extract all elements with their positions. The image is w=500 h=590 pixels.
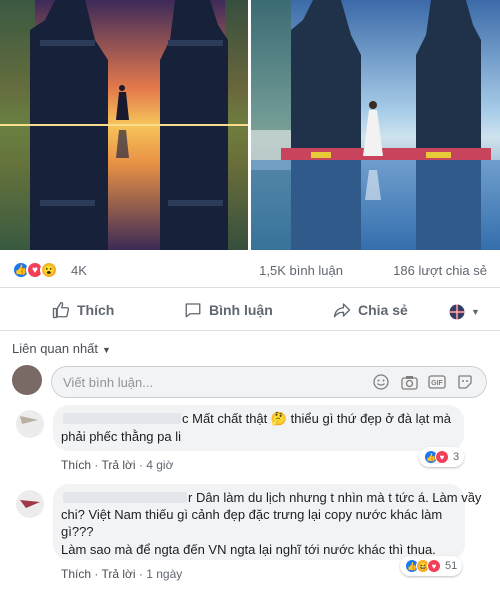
wow-icon: 😮 (40, 261, 58, 279)
blurred-username (63, 492, 187, 503)
photo-sky-gate-image (251, 0, 500, 250)
comment-reaction-count: 51 (445, 560, 458, 572)
post-photos[interactable] (0, 0, 500, 250)
share-icon (333, 303, 351, 318)
comment-count-link[interactable]: 1,5K bình luận (259, 263, 343, 278)
comment-button-label: Bình luận (209, 302, 273, 318)
love-icon: ♥ (427, 559, 441, 573)
commenter-avatar[interactable] (16, 490, 44, 518)
share-count-link[interactable]: 186 lượt chia sẻ (393, 263, 487, 278)
sticker-icon[interactable] (456, 374, 474, 390)
comment-timestamp[interactable]: 4 giờ (146, 458, 173, 472)
comment-reply-link[interactable]: Trả lời (101, 567, 135, 581)
comment-bubble: r Dân làm du lịch nhưng t nhìn mà t tức … (53, 484, 481, 560)
comment-reactions[interactable]: 👍 ♥ 3 (419, 447, 465, 467)
thumbs-up-icon (52, 301, 70, 319)
like-button[interactable]: Thích (52, 297, 114, 323)
reaction-icons[interactable]: 👍 ♥ 😮 (12, 261, 58, 279)
comment-input[interactable]: Viết bình luận... GIF (51, 366, 487, 398)
like-button-label: Thích (77, 302, 115, 318)
comment-reactions[interactable]: 👍 😆 ♥ 51 (400, 556, 463, 576)
comment-meta: Thích · Trả lời · 1 ngày (61, 567, 183, 581)
photo-sunset-gate-image (0, 0, 248, 250)
reaction-count[interactable]: 4K (71, 263, 87, 278)
caret-down-icon: ▼ (102, 345, 111, 355)
comment-text-line: chi? Việt Nam thiếu gì cảnh đẹp đặc trưn… (61, 507, 443, 522)
chevron-down-icon: ▼ (471, 307, 480, 317)
comment-reaction-count: 3 (453, 451, 460, 463)
love-icon: ♥ (435, 450, 449, 464)
comment-button[interactable]: Bình luận (184, 297, 273, 323)
comment-text-line: c Mất chất thật 🤔 thiểu gì thứ đẹp ở đà … (182, 411, 451, 426)
commenter-avatar[interactable] (16, 410, 44, 438)
comment-reply-link[interactable]: Trả lời (101, 458, 135, 472)
share-button[interactable]: Chia sẻ (333, 297, 408, 323)
comment-timestamp[interactable]: 1 ngày (146, 567, 182, 581)
photo-sky-gate[interactable] (251, 0, 500, 250)
comment-sort-dropdown[interactable]: Liên quan nhất ▼ (12, 341, 111, 356)
emoji-icon[interactable] (372, 374, 390, 390)
photo-sunset-gate[interactable] (0, 0, 248, 250)
reaction-summary-bar: 👍 ♥ 😮 4K 1,5K bình luận 186 lượt chia sẻ (0, 252, 500, 288)
comment-text-line: gì??? (61, 524, 94, 539)
gif-icon[interactable]: GIF (428, 374, 446, 390)
comment-input-placeholder: Viết bình luận... (63, 375, 154, 390)
blurred-username (63, 413, 181, 424)
globe-icon (449, 304, 465, 320)
comment-bubble: c Mất chất thật 🤔 thiểu gì thứ đẹp ở đà … (53, 405, 464, 451)
comment-text-line: phải phếc thằng pa li (61, 429, 181, 444)
comment-icon (185, 303, 201, 318)
camera-icon[interactable] (400, 374, 418, 390)
audience-selector[interactable]: ▼ (448, 299, 480, 325)
comment-sort-label: Liên quan nhất (12, 341, 99, 356)
comment-text-line: Làm sao mà để ngta đến VN ngta lại nghĩ … (61, 542, 436, 557)
comment-text-line: r Dân làm du lịch nhưng t nhìn mà t tức … (188, 490, 482, 505)
comment-like-link[interactable]: Thích (61, 567, 91, 581)
current-user-avatar[interactable] (12, 365, 42, 395)
post-action-bar: Thích Bình luận Chia sẻ ▼ (0, 289, 500, 331)
comment-meta: Thích · Trả lời · 4 giờ (61, 458, 174, 472)
share-button-label: Chia sẻ (358, 302, 408, 318)
comment-like-link[interactable]: Thích (61, 458, 91, 472)
svg-text:GIF: GIF (431, 380, 443, 387)
